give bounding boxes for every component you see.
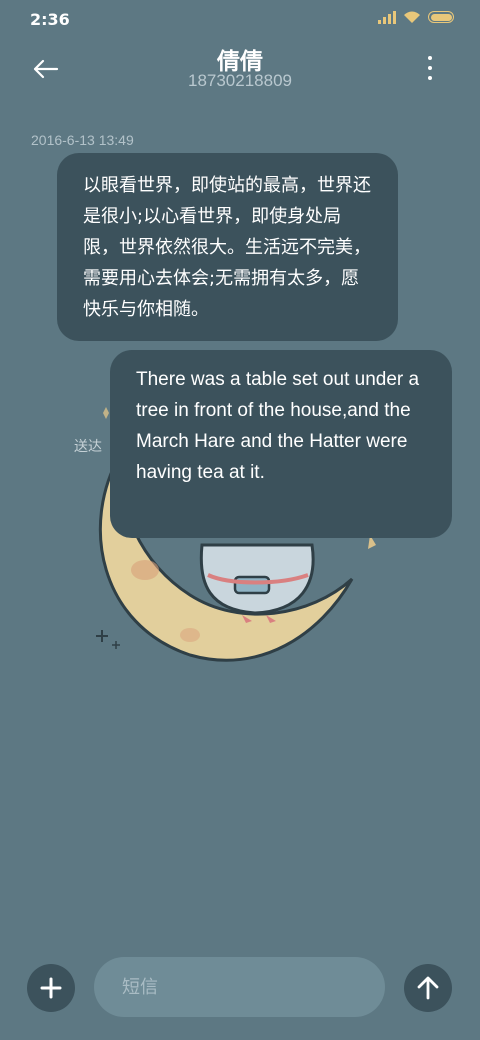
sent-message-bubble[interactable]: There was a table set out under a tree i… (110, 350, 452, 538)
battery-icon (428, 11, 454, 23)
signal-icon (378, 10, 396, 24)
wifi-icon (404, 11, 420, 23)
message-composer (0, 950, 480, 1030)
add-attachment-button[interactable] (27, 964, 75, 1012)
send-button[interactable] (404, 964, 452, 1012)
more-vertical-icon[interactable] (420, 56, 440, 80)
contact-phone-number: 18730218809 (187, 71, 292, 90)
delivery-status: 送达 (74, 439, 102, 455)
status-icons (378, 10, 454, 24)
message-timestamp: 2016-6-13 13:49 (31, 132, 134, 148)
plus-icon (40, 977, 62, 999)
message-input[interactable] (94, 957, 385, 1017)
send-arrow-icon (417, 976, 439, 1000)
conversation-header: 倩倩 18730218809 (0, 40, 480, 100)
status-bar: 2:36 (0, 0, 480, 40)
received-message-bubble[interactable]: 以眼看世界，即使站的最高，世界还是很小;以心看世界，即使身处局限，世界依然很大。… (57, 153, 398, 341)
status-time: 2:36 (30, 10, 70, 29)
